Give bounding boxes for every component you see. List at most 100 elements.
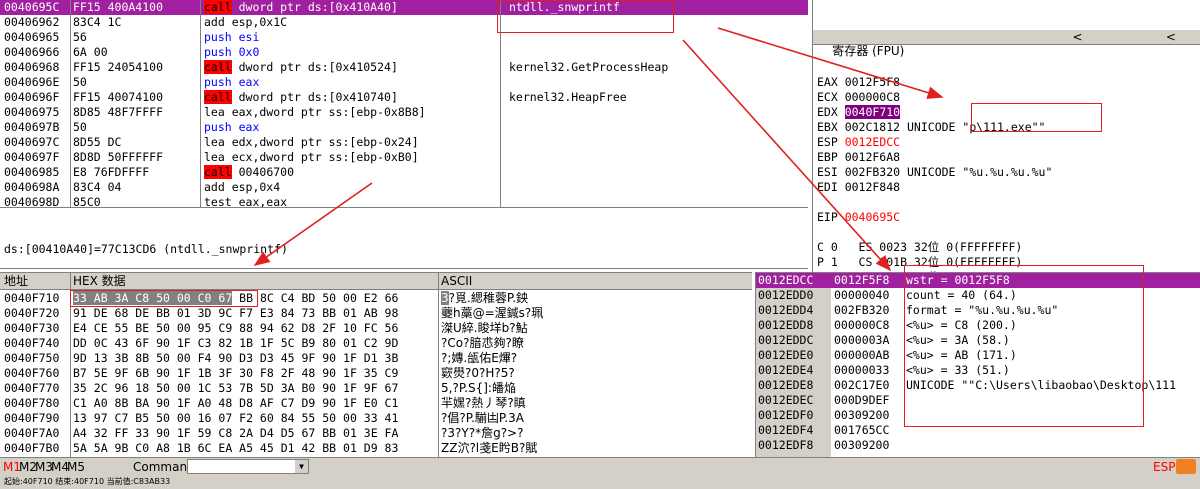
register-line[interactable]: C 0 ES 0023 32位 0(FFFFFFFF) — [813, 240, 1200, 255]
register-line[interactable] — [813, 225, 1200, 240]
instruction-part: push esi — [204, 30, 260, 44]
disasm-row[interactable]: 00406962 83C4 1C add esp,0x1C — [0, 15, 808, 30]
register-line[interactable]: EAX 0012F5F8 — [813, 75, 1200, 90]
dump-row[interactable]: 0040F730 E4 CE 55 BE 50 00 95 C9 88 94 62… — [0, 321, 752, 336]
dump-ascii-rest: ?3?Y?*詹g?>? — [441, 426, 524, 440]
register-line[interactable]: ECX 000000C8 — [813, 90, 1200, 105]
dump-row[interactable]: 0040F7A0 A4 32 FF 33 90 1F 59 C8 2A D4 D5… — [0, 426, 752, 441]
disasm-row[interactable]: 00406968 FF15 24054100 call dword ptr ds:[… — [0, 60, 808, 75]
dump-row[interactable]: 0040F720 91 DE 68 DE BB 01 3D 9C F7 E3 84… — [0, 306, 752, 321]
dump-col-ascii[interactable]: ASCII — [441, 274, 472, 289]
disasm-row[interactable]: 0040698A 83C4 04 add esp,0x4 — [0, 180, 808, 195]
registers-pane[interactable]: 寄存器 (FPU) < < EAX 0012F5F8 ECX 000000C8 ED… — [812, 0, 1200, 272]
stack-row[interactable]: 0012EDF4 001765CC — [756, 423, 1200, 438]
stack-row[interactable]: 0012EDF8 00309200 — [756, 438, 1200, 453]
disasm-row[interactable]: 0040697F 8D8D 50FFFFFF lea ecx,dword ptr s… — [0, 150, 808, 165]
column-divider[interactable] — [70, 0, 71, 207]
column-divider[interactable] — [200, 0, 201, 207]
stack-row[interactable]: 0012EDD4 002FB320 format = "%u.%u.%u.%u" — [756, 303, 1200, 318]
disasm-row[interactable]: 0040695C FF15 400A4100 call dword ptr ds:[… — [0, 0, 808, 15]
disasm-row[interactable]: 00406975 8D85 48F7FFFF lea eax,dword ptr s… — [0, 105, 808, 120]
dump-row[interactable]: 0040F7B0 5A 5A 9B C0 A8 1B 6C EA A5 45 D1… — [0, 441, 752, 456]
stack-row[interactable]: 0012EDDC 0000003A <%u> = 3A (58.) — [756, 333, 1200, 348]
stack-row[interactable]: 0012EDE0 000000AB <%u> = AB (171.) — [756, 348, 1200, 363]
disasm-instruction: call dword ptr ds:[0x410740] — [204, 90, 496, 105]
command-input[interactable]: ▼ — [187, 459, 309, 474]
stack-row[interactable]: 0012EDE4 00000033 <%u> = 33 (51.) — [756, 363, 1200, 378]
disasm-hex: 50 — [73, 120, 87, 134]
disasm-comment — [509, 195, 799, 207]
disasm-comment — [509, 75, 799, 90]
register-text: C 0 ES 0023 32位 0(FFFFFFFF) — [817, 240, 1023, 254]
esp-label[interactable]: ESP — [1153, 460, 1175, 474]
stack-row[interactable]: 0012EDF0 00309200 — [756, 408, 1200, 423]
disassembly-pane[interactable]: 0040695C FF15 400A4100 call dword ptr ds:[… — [0, 0, 808, 208]
disasm-row[interactable]: 0040696F FF15 40074100 call dword ptr ds:[… — [0, 90, 808, 105]
register-line[interactable]: EIP 0040695C — [813, 210, 1200, 225]
disasm-comment: kernel32.GetProcessHeap — [509, 60, 669, 74]
register-line[interactable] — [813, 195, 1200, 210]
memory-button-m5[interactable]: M5 — [67, 460, 85, 474]
disasm-row[interactable]: 0040696E 50 push eax — [0, 75, 808, 90]
dump-address: 0040F770 — [4, 381, 60, 395]
dump-hex-rest: 9D 13 3B 8B 50 00 F4 90 D3 D3 45 9F 90 1… — [73, 351, 399, 365]
disasm-row[interactable]: 00406966 6A 00 push 0x0 — [0, 45, 808, 60]
column-divider[interactable] — [438, 273, 439, 457]
dump-hex-rest: 5A 5A 9B C0 A8 1B 6C EA A5 45 D1 42 BB 0… — [73, 441, 399, 455]
stack-value: 0012F5F8 — [834, 273, 890, 287]
column-divider[interactable] — [70, 273, 71, 457]
dump-row[interactable]: 0040F710 33 AB 3A C8 50 00 C0 67 BB 8C C4… — [0, 291, 752, 306]
disasm-row[interactable]: 0040698D 85C0 test eax,eax — [0, 195, 808, 208]
disasm-instruction: lea ecx,dword ptr ss:[ebp-0xB0] — [204, 150, 496, 165]
dump-hex-rest: A4 32 FF 33 90 1F 59 C8 2A D4 D5 67 BB 0… — [73, 426, 399, 440]
dump-row[interactable]: 0040F740 DD 0C 43 6F 90 1F C3 82 1B 1F 5C… — [0, 336, 752, 351]
stack-row[interactable]: 0012EDCC 0012F5F8 wstr = 0012F5F8 — [756, 273, 1200, 288]
dump-ascii-rest: ?覓.緦稚蓉P.鉠 — [448, 291, 529, 305]
register-line[interactable]: ESI 002FB320 UNICODE "%u.%u.%u.%u" — [813, 165, 1200, 180]
stack-value: 0000003A — [834, 333, 890, 347]
dump-ascii: 虁h藁@=渥鍼s?珮 — [441, 306, 741, 321]
dump-row[interactable]: 0040F750 9D 13 3B 8B 50 00 F4 90 D3 D3 45… — [0, 351, 752, 366]
stack-row[interactable]: 0012EDD0 00000040 count = 40 (64.) — [756, 288, 1200, 303]
register-line[interactable]: P 1 CS 001B 32位 0(FFFFFFFF) — [813, 255, 1200, 270]
ime-icon[interactable] — [1176, 459, 1196, 474]
disasm-row[interactable]: 0040697C 8D55 DC lea edx,dword ptr ss:[ebp… — [0, 135, 808, 150]
stack-row[interactable]: 0012EDEC 000D9DEF — [756, 393, 1200, 408]
disasm-hex: 85C0 — [73, 195, 101, 208]
register-line[interactable]: EDX 0040F710 — [813, 105, 1200, 120]
stack-address: 0012EDE8 — [758, 378, 814, 392]
dump-row[interactable]: 0040F780 C1 A0 8B BA 90 1F A0 48 D8 AF C7… — [0, 396, 752, 411]
stack-address: 0012EDE0 — [758, 348, 814, 362]
dump-row[interactable]: 0040F760 B7 5E 9F 6B 90 1F 1B 3F 30 F8 2F… — [0, 366, 752, 381]
stack-row[interactable]: 0012EDD8 000000C8 <%u> = C8 (200.) — [756, 318, 1200, 333]
stack-row[interactable]: 0012EDE8 002C17E0 UNICODE ""C:\Users\libao… — [756, 378, 1200, 393]
dump-row[interactable]: 0040F790 13 97 C7 B5 50 00 16 07 F2 60 84… — [0, 411, 752, 426]
registers-title: 寄存器 (FPU) — [832, 44, 905, 58]
stack-pane[interactable]: 0012EDCC 0012F5F8 wstr = 0012F5F8 0012EDD0 0… — [755, 272, 1200, 457]
register-line[interactable]: EBX 002C1812 UNICODE "p\111.exe"" — [813, 120, 1200, 135]
dump-ascii-rest: ZZ泬?l戔E盻B?賦 — [441, 441, 538, 455]
registers-nav-buttons[interactable]: < < — [1072, 30, 1194, 44]
disasm-address: 0040698A — [4, 180, 60, 194]
stack-value: 000000AB — [834, 348, 890, 362]
disasm-row[interactable]: 0040697B 50 push eax — [0, 120, 808, 135]
disasm-address: 00406965 — [4, 30, 60, 44]
register-line[interactable]: EDI 0012F848 — [813, 180, 1200, 195]
register-line[interactable]: ESP 0012EDCC — [813, 135, 1200, 150]
dump-col-hex[interactable]: HEX 数据 — [73, 274, 126, 289]
dump-header: 地址 HEX 数据 ASCII — [0, 273, 752, 290]
registers-title-bar: 寄存器 (FPU) < < — [813, 30, 1200, 58]
disasm-row[interactable]: 00406985 E8 76FDFFFF call 00406700 — [0, 165, 808, 180]
hex-dump-pane[interactable]: 地址 HEX 数据 ASCII 0040F710 33 AB 3A C8 50 0… — [0, 272, 752, 457]
chevron-down-icon[interactable]: ▼ — [295, 460, 308, 473]
dump-hex: 13 97 C7 B5 50 00 16 07 F2 60 84 55 50 0… — [73, 411, 438, 426]
dump-hex-selected: 33 AB 3A C8 50 00 C0 67 — [73, 291, 233, 305]
dump-ascii: 5,?P.S{]:皤焔 — [441, 381, 741, 396]
dump-row[interactable]: 0040F770 35 2C 96 18 50 00 1C 53 7B 5D 3A… — [0, 381, 752, 396]
disasm-address: 0040697F — [4, 150, 60, 164]
disasm-row[interactable]: 00406965 56 push esi — [0, 30, 808, 45]
column-divider[interactable] — [500, 0, 501, 207]
dump-col-address[interactable]: 地址 — [4, 274, 28, 289]
stack-comment: wstr = 0012F5F8 — [906, 273, 1010, 287]
register-line[interactable]: EBP 0012F6A8 — [813, 150, 1200, 165]
